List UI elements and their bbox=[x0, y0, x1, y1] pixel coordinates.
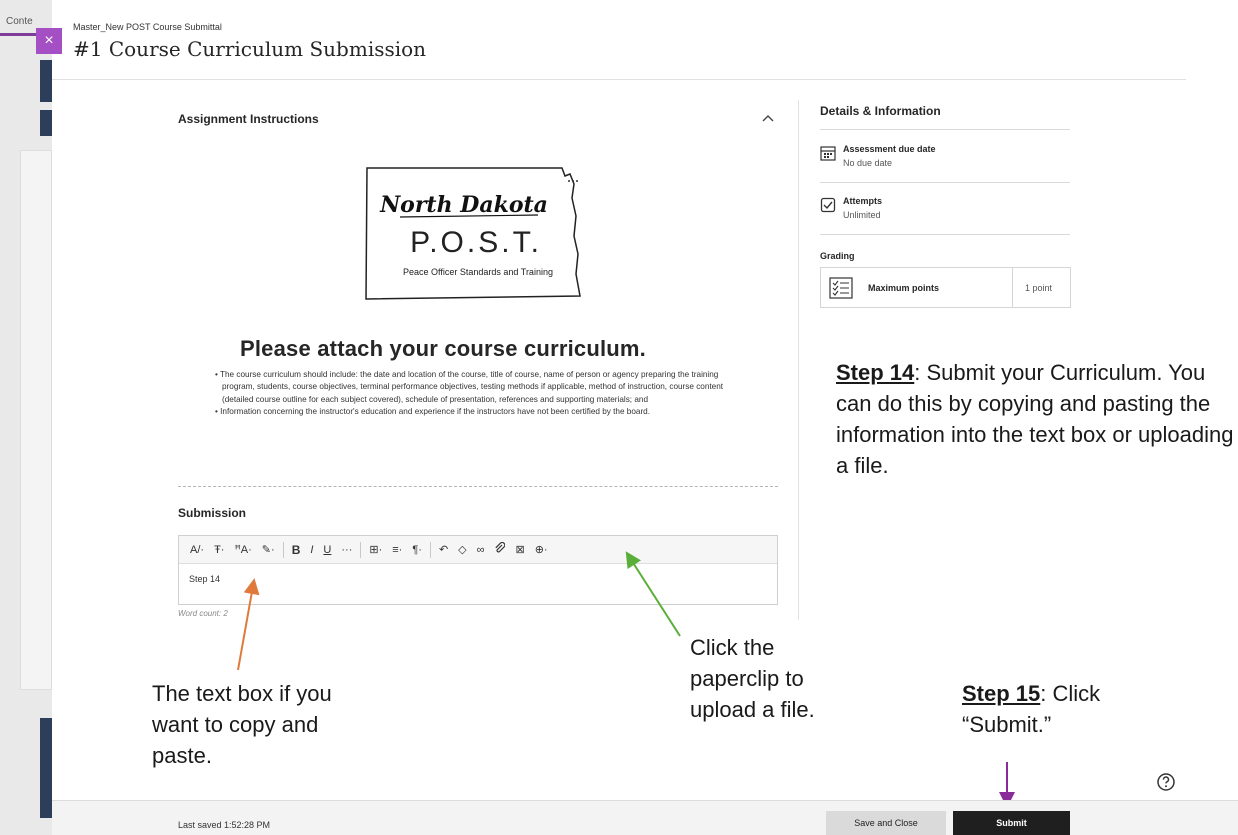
last-saved-status: Last saved 1:52:28 PM bbox=[178, 820, 271, 830]
due-date-label: Assessment due date bbox=[843, 144, 936, 154]
background-thumbnail bbox=[40, 110, 52, 136]
textbox-annotation: The text box if you want to copy and pas… bbox=[152, 681, 332, 768]
link-icon[interactable]: ∞ bbox=[472, 544, 490, 556]
chevron-up-icon bbox=[762, 115, 774, 122]
background-thumbnail bbox=[40, 60, 52, 102]
background-card bbox=[20, 150, 52, 690]
close-button[interactable]: × bbox=[36, 28, 62, 54]
submission-editor: A/· Ŧ· ꟸA· ✎· B I U ··· ⊞· ≡· ¶· ↶ ◇ ∞ ⊠… bbox=[178, 535, 778, 605]
underline-button[interactable]: U bbox=[318, 544, 336, 556]
details-divider bbox=[820, 234, 1070, 235]
image-icon[interactable]: ⊠ bbox=[510, 543, 529, 556]
clear-format-button[interactable]: ◇ bbox=[453, 543, 471, 556]
due-date-value: No due date bbox=[843, 158, 893, 168]
background-thumbnail bbox=[40, 718, 52, 818]
editor-toolbar: A/· Ŧ· ꟸA· ✎· B I U ··· ⊞· ≡· ¶· ↶ ◇ ∞ ⊠… bbox=[179, 536, 777, 564]
details-divider bbox=[820, 182, 1070, 183]
help-icon[interactable] bbox=[1156, 772, 1176, 792]
logo-state: North Dakota bbox=[379, 192, 548, 218]
attempts-value: Unlimited bbox=[843, 210, 881, 220]
calendar-icon bbox=[820, 146, 836, 161]
text-color-button[interactable]: ✎· bbox=[257, 543, 280, 556]
rubric-list-icon bbox=[829, 277, 853, 299]
align-button[interactable]: ≡· bbox=[387, 544, 407, 556]
submit-button[interactable]: Submit bbox=[953, 811, 1070, 835]
close-icon: × bbox=[44, 32, 54, 49]
paperclip-annotation: Click the paperclip to upload a file. bbox=[690, 635, 815, 722]
attempts-label: Attempts bbox=[843, 196, 883, 206]
page-title: #1 Course Curriculum Submission bbox=[73, 37, 427, 61]
collapse-button[interactable] bbox=[762, 110, 774, 125]
instructions-heading: Please attach your course curriculum. bbox=[240, 336, 646, 361]
font-size-button[interactable]: ꟸA· bbox=[229, 543, 256, 556]
grading-label: Grading bbox=[820, 251, 855, 261]
step14-annotation: Step 14: Submit your Curriculum. You can… bbox=[836, 360, 1234, 478]
paperclip-icon[interactable] bbox=[489, 541, 510, 557]
step15-annotation: Step 15: Click “Submit.” bbox=[962, 681, 1101, 737]
instructions-list: • The course curriculum should include: … bbox=[214, 369, 734, 419]
section-divider bbox=[178, 486, 778, 487]
undo-button[interactable]: ↶ bbox=[434, 543, 453, 556]
bold-button[interactable]: B bbox=[287, 543, 306, 557]
background-page: Conte bbox=[0, 0, 52, 835]
submission-text-input[interactable]: Step 14 bbox=[179, 564, 777, 604]
insert-icon[interactable]: ⊕· bbox=[530, 543, 553, 556]
save-and-close-button[interactable]: Save and Close bbox=[826, 811, 946, 835]
list-item: • The course curriculum should include: … bbox=[215, 370, 724, 404]
header-divider bbox=[52, 79, 1186, 80]
more-icon[interactable]: ··· bbox=[336, 544, 357, 556]
grading-name: Maximum points bbox=[868, 283, 940, 293]
column-divider bbox=[798, 100, 799, 620]
grading-schema-row[interactable]: Maximum points 1 point bbox=[820, 267, 1071, 308]
breadcrumb[interactable]: Master_New POST Course Submittal bbox=[73, 22, 222, 32]
logo-acronym: P.O.S.T. bbox=[410, 226, 542, 259]
attempts-checkbox-icon bbox=[820, 197, 836, 213]
grading-value: 1 point bbox=[1025, 283, 1053, 293]
paragraph-style-button[interactable]: Ŧ· bbox=[209, 544, 229, 556]
details-divider bbox=[820, 129, 1070, 130]
text-style-button[interactable]: A/· bbox=[185, 544, 209, 556]
post-logo: North Dakota P.O.S.T. Peace Officer Stan… bbox=[362, 164, 584, 304]
word-count: Word count: 2 bbox=[178, 609, 228, 618]
logo-subtitle: Peace Officer Standards and Training bbox=[403, 267, 553, 277]
italic-button[interactable]: I bbox=[305, 544, 318, 556]
list-item: • Information concerning the instructor'… bbox=[215, 407, 650, 417]
table-button[interactable]: ⊞· bbox=[364, 543, 387, 556]
instructions-title: Assignment Instructions bbox=[178, 112, 319, 126]
paragraph-button[interactable]: ¶· bbox=[407, 544, 427, 556]
background-tab: Conte bbox=[0, 10, 40, 36]
submission-title: Submission bbox=[178, 506, 247, 520]
details-title: Details & Information bbox=[820, 104, 941, 118]
